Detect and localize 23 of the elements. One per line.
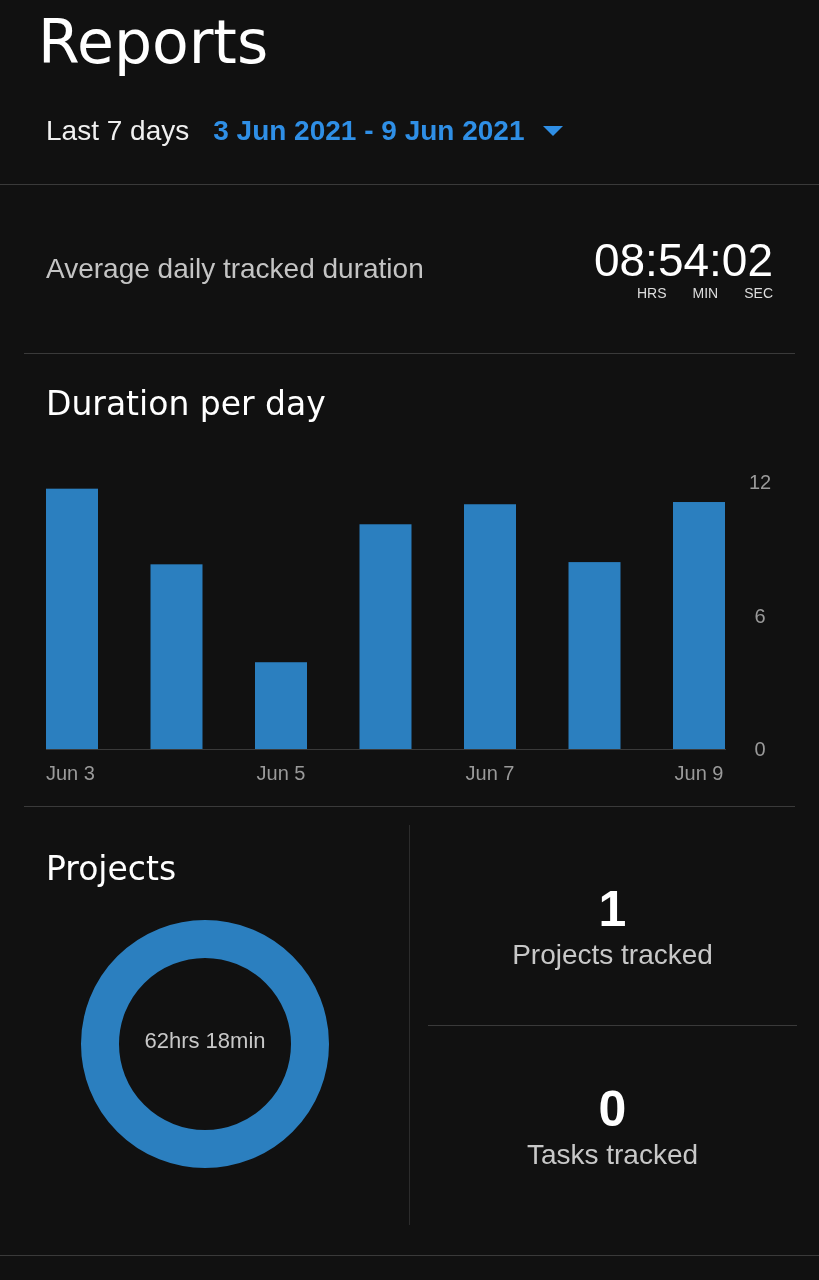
y-axis-label: 12 (748, 471, 772, 493)
section-title: Duration per day (45, 383, 327, 425)
range-label: Last 7 days (46, 115, 190, 147)
caret-icon (542, 125, 565, 137)
section-title: Projects (45, 849, 178, 888)
y-axis-label: 6 (754, 604, 766, 627)
unit-label: SEC (744, 285, 773, 301)
stat-label: Projects tracked (512, 938, 713, 971)
average-label: Average daily tracked duration (46, 253, 424, 285)
stat-label: Tasks tracked (526, 1139, 699, 1172)
x-axis-label: Jun 7 (465, 762, 515, 784)
x-axis-label: Jun 3 (46, 762, 95, 784)
unit-label: MIN (692, 285, 719, 301)
x-axis-label: Jun 5 (256, 762, 306, 784)
total-duration: 62hrs 18min (143, 1028, 267, 1054)
stat-value: 1 (598, 879, 627, 939)
date-range-dropdown[interactable]: 3 Jun 2021 - 9 Jun 2021 (213, 115, 565, 147)
duration-value: 08:54:02 (593, 237, 773, 283)
page-title: Reports (37, 6, 270, 79)
stat-value: 0 (598, 1080, 627, 1140)
x-axis-label: Jun 9 (674, 762, 724, 784)
unit-label: HRS (636, 285, 667, 301)
y-axis-label: 0 (754, 738, 766, 760)
